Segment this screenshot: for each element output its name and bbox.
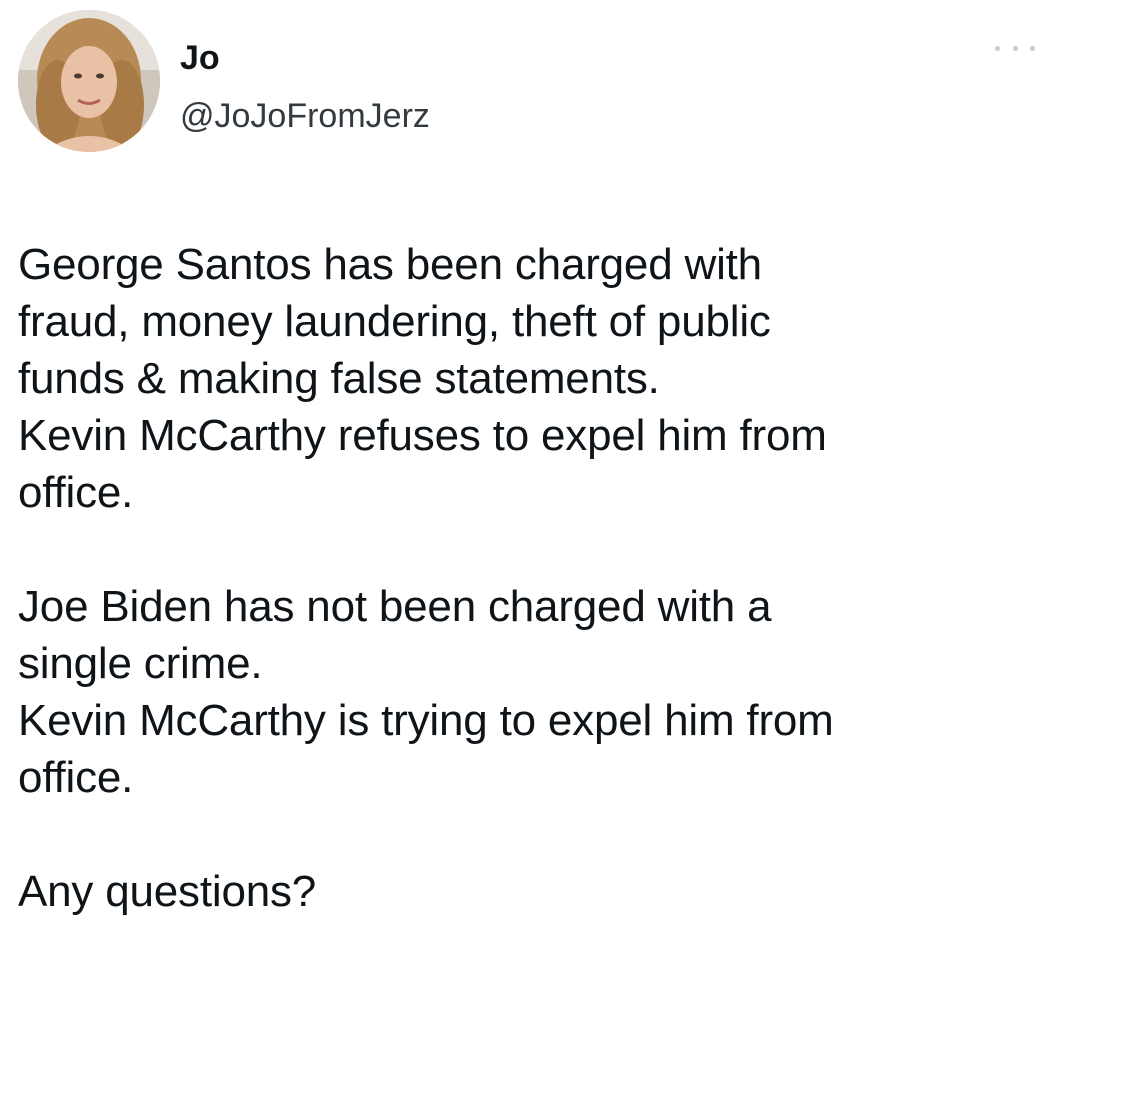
tweet-line: fraud, money laundering, theft of public [18, 297, 771, 346]
tweet-line: funds & making false statements. [18, 354, 660, 403]
tweet-line: single crime. [18, 639, 263, 688]
tweet-line: Any questions? [18, 867, 317, 916]
tweet-line: Joe Biden has not been charged with a [18, 582, 772, 631]
more-options-icon[interactable] [995, 38, 1035, 58]
tweet-line: office. [18, 753, 134, 802]
display-name[interactable]: Jo [180, 38, 220, 78]
tweet-text: George Santos has been charged with frau… [18, 236, 1098, 920]
dot [1012, 45, 1018, 51]
profile-photo-icon [18, 10, 160, 152]
tweet-card: Jo @JoJoFromJerz George Santos has been … [0, 0, 1125, 1117]
user-handle[interactable]: @JoJoFromJerz [180, 96, 430, 136]
tweet-line: office. [18, 468, 134, 517]
dot [995, 45, 1000, 51]
tweet-line: Kevin McCarthy is trying to expel him fr… [18, 696, 834, 745]
dot [1030, 45, 1035, 51]
tweet-line: Kevin McCarthy refuses to expel him from [18, 411, 827, 460]
tweet-line: George Santos has been charged with [18, 240, 762, 289]
avatar[interactable] [18, 10, 160, 152]
